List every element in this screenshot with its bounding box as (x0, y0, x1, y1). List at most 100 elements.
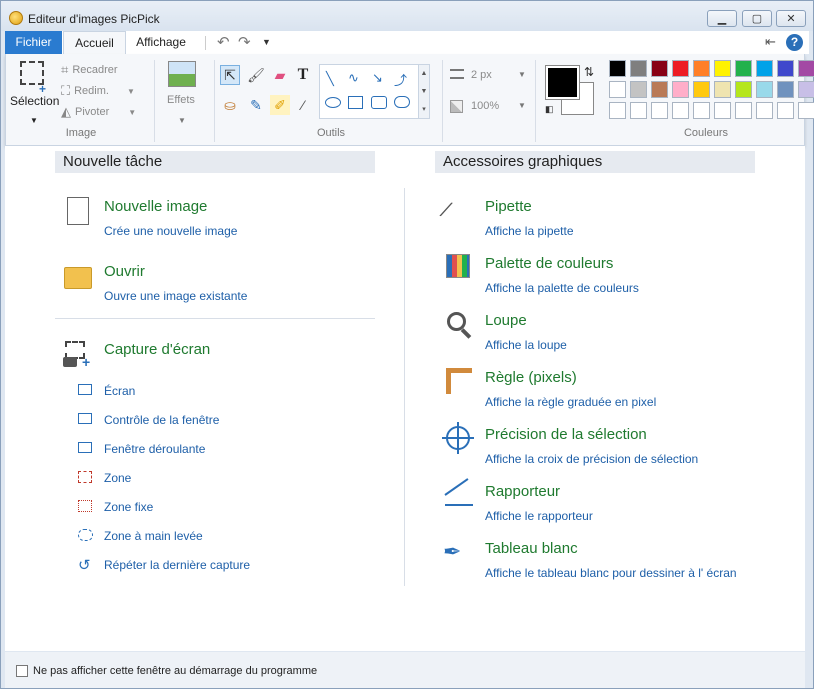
minimize-button[interactable]: ▁ (707, 10, 737, 27)
color-palette-link[interactable]: Affiche la palette de couleurs (485, 281, 639, 295)
ruler-icon[interactable] (446, 368, 472, 394)
rectangle-shape-icon[interactable] (348, 96, 363, 109)
custom-color-slot[interactable] (672, 102, 689, 119)
selection-dropdown-icon[interactable]: ▼ (30, 116, 38, 125)
color-swatch[interactable] (798, 60, 814, 77)
ruler-link[interactable]: Affiche la règle graduée en pixel (485, 395, 656, 409)
selection-label[interactable]: Sélection (10, 94, 59, 108)
shapes-scroll[interactable]: ▲ ▼ ▾ (418, 64, 430, 119)
eraser-icon[interactable]: ▰ (270, 65, 290, 85)
rotate-button[interactable]: ◭ Pivoter ▼ (61, 104, 136, 120)
effects-label[interactable]: Effets (167, 94, 195, 106)
custom-color-slot[interactable] (651, 102, 668, 119)
swap-colors-icon[interactable]: ⇅ (584, 65, 594, 79)
color-swatch[interactable] (651, 81, 668, 98)
custom-color-slot[interactable] (693, 102, 710, 119)
capture-freehand-link[interactable]: Zone à main levée (104, 529, 203, 543)
pipette-title[interactable]: Pipette (485, 198, 532, 215)
open-link[interactable]: Ouvre une image existante (104, 289, 247, 303)
new-image-link[interactable]: Crée une nouvelle image (104, 224, 237, 238)
capture-screen-link[interactable]: Écran (104, 384, 135, 398)
open-title[interactable]: Ouvrir (104, 263, 145, 280)
startup-checkbox[interactable] (16, 665, 28, 677)
tab-file[interactable]: Fichier (5, 31, 62, 54)
color-swatch[interactable] (777, 81, 794, 98)
brush-icon[interactable]: 🖌 (246, 65, 266, 85)
zoom-value[interactable]: 100% (471, 100, 499, 112)
curve-shape-icon[interactable]: ∿ (348, 70, 359, 86)
callout-shape-icon[interactable] (394, 96, 410, 108)
custom-color-slot[interactable] (735, 102, 752, 119)
eyedropper-icon[interactable]: ⁄ (293, 95, 313, 115)
color-swatch[interactable] (735, 60, 752, 77)
capture-region-link[interactable]: Zone (104, 471, 131, 485)
crosshair-title[interactable]: Précision de la sélection (485, 426, 647, 443)
magnifier-title[interactable]: Loupe (485, 312, 527, 329)
crop-button[interactable]: ⌗ Recadrer (61, 62, 118, 78)
maximize-button[interactable]: ▢ (742, 10, 772, 27)
primary-color[interactable] (545, 65, 580, 100)
resize-button[interactable]: ⛶ Redim. ▼ (61, 83, 135, 99)
close-button[interactable]: ✕ (776, 10, 806, 27)
color-swatch[interactable] (693, 81, 710, 98)
color-swatch[interactable] (609, 60, 626, 77)
whiteboard-pen-icon[interactable]: ✒ (443, 539, 461, 565)
color-swatch[interactable] (735, 81, 752, 98)
help-icon[interactable]: ? (786, 34, 803, 51)
color-swatch[interactable] (756, 60, 773, 77)
redo-icon[interactable]: ↷ (238, 33, 251, 51)
color-swatch[interactable] (630, 81, 647, 98)
new-image-title[interactable]: Nouvelle image (104, 198, 207, 215)
color-swatch[interactable] (651, 60, 668, 77)
color-swatch[interactable] (672, 60, 689, 77)
color-swatch[interactable] (672, 81, 689, 98)
highlighter-icon[interactable]: ✐ (270, 95, 290, 115)
capture-fixed-region-link[interactable]: Zone fixe (104, 500, 153, 514)
startup-checkbox-label[interactable]: Ne pas afficher cette fenêtre au démarra… (33, 665, 317, 677)
protractor-link[interactable]: Affiche le rapporteur (485, 509, 593, 523)
protractor-title[interactable]: Rapporteur (485, 483, 560, 500)
rounded-rect-shape-icon[interactable] (371, 96, 387, 109)
effects-icon[interactable] (168, 61, 196, 87)
capture-title[interactable]: Capture d'écran (104, 341, 210, 358)
eyedropper-icon[interactable]: ⁄ (443, 197, 451, 223)
new-image-icon[interactable] (67, 197, 89, 225)
tab-home[interactable]: Accueil (63, 31, 126, 54)
protractor-icon[interactable] (445, 504, 473, 506)
color-swatch[interactable] (714, 81, 731, 98)
capture-window-control-link[interactable]: Contrôle de la fenêtre (104, 413, 219, 427)
pencil-icon[interactable]: ✎ (246, 95, 266, 115)
pin-icon[interactable]: ⇤ (765, 34, 776, 50)
zoom-dropdown-icon[interactable]: ▼ (518, 101, 526, 110)
custom-color-slot[interactable] (777, 102, 794, 119)
color-swatch[interactable] (693, 60, 710, 77)
whiteboard-link[interactable]: Affiche le tableau blanc pour dessiner à… (485, 566, 737, 580)
line-width-value[interactable]: 2 px (471, 69, 492, 81)
open-folder-icon[interactable] (64, 267, 92, 289)
qat-dropdown-icon[interactable]: ▼ (262, 37, 271, 47)
crosshair-link[interactable]: Affiche la croix de précision de sélecti… (485, 452, 698, 466)
color-palette-title[interactable]: Palette de couleurs (485, 255, 613, 272)
color-palette-icon[interactable] (446, 254, 470, 278)
color-swatch[interactable] (798, 81, 814, 98)
color-swatch[interactable] (777, 60, 794, 77)
ruler-title[interactable]: Règle (pixels) (485, 369, 577, 386)
whiteboard-title[interactable]: Tableau blanc (485, 540, 578, 557)
custom-color-slot[interactable] (609, 102, 626, 119)
color-swatch[interactable] (609, 81, 626, 98)
pipette-link[interactable]: Affiche la pipette (485, 224, 574, 238)
select-arrow-icon[interactable]: ⇱ (220, 65, 240, 85)
custom-color-slot[interactable] (798, 102, 814, 119)
text-icon[interactable]: T (293, 65, 313, 85)
color-swatch[interactable] (630, 60, 647, 77)
undo-icon[interactable]: ↶ (217, 33, 230, 51)
fill-bucket-icon[interactable]: ⛀ (220, 95, 240, 115)
line-shape-icon[interactable]: ╲ (326, 71, 334, 87)
custom-color-slot[interactable] (756, 102, 773, 119)
repeat-capture-link[interactable]: Répéter la dernière capture (104, 558, 250, 572)
custom-color-slot[interactable] (714, 102, 731, 119)
curved-arrow-shape-icon[interactable]: ⤴ (394, 70, 407, 89)
effects-dropdown-icon[interactable]: ▼ (178, 116, 186, 125)
color-swatch[interactable] (714, 60, 731, 77)
arrow-shape-icon[interactable]: ↘ (372, 70, 383, 86)
